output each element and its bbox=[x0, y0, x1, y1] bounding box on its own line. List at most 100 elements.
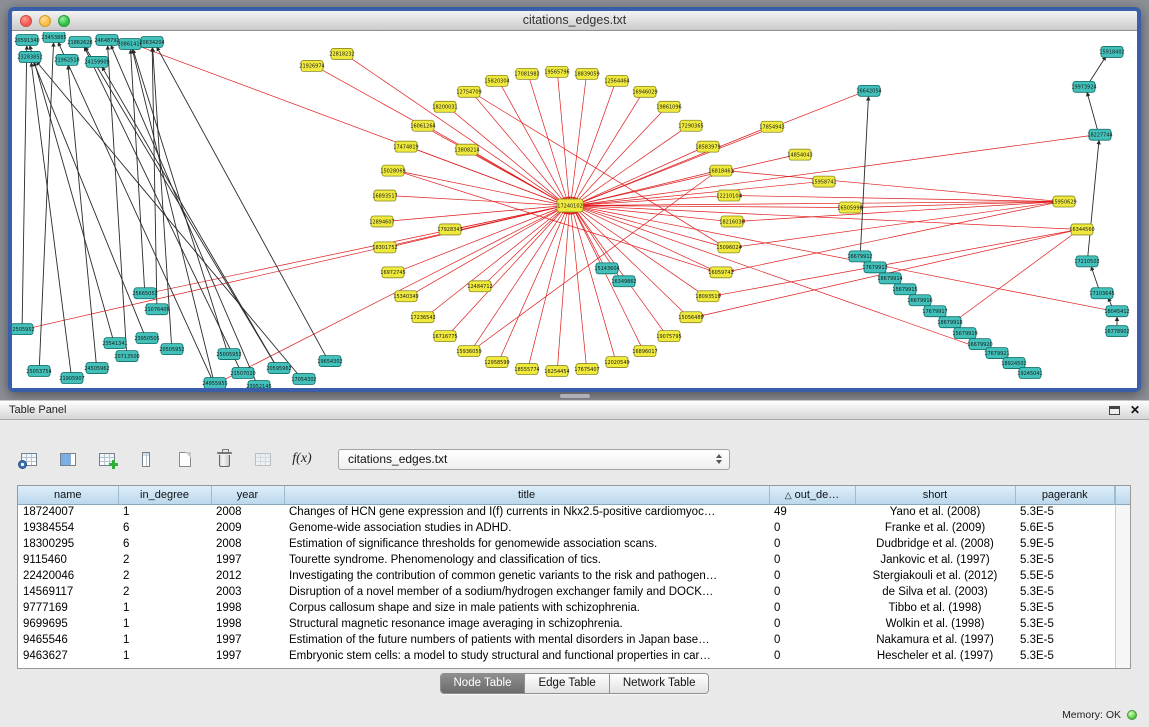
graph-node[interactable]: 16778902 bbox=[1104, 326, 1129, 337]
graph-node[interactable]: 18583979 bbox=[695, 141, 720, 152]
cell-name[interactable]: 14569117 bbox=[18, 584, 118, 600]
cell-pagerank[interactable]: 5.3E-5 bbox=[1015, 504, 1115, 520]
graph-node[interactable]: 21962518 bbox=[54, 54, 79, 65]
cell-in_degree[interactable]: 1 bbox=[118, 632, 211, 648]
graph-node[interactable]: 20505952 bbox=[159, 344, 184, 355]
vertical-scrollbar[interactable] bbox=[1115, 505, 1130, 668]
cell-pagerank[interactable]: 5.3E-5 bbox=[1015, 616, 1115, 632]
graph-node[interactable]: 17474819 bbox=[393, 141, 418, 152]
graph-node[interactable]: 25053754 bbox=[26, 366, 51, 377]
graph-node[interactable]: 15950629 bbox=[1051, 196, 1076, 207]
cell-out_degree[interactable]: 0 bbox=[769, 568, 855, 584]
graph-node[interactable]: 16505996 bbox=[837, 202, 862, 213]
cell-name[interactable]: 9777169 bbox=[18, 600, 118, 616]
graph-node[interactable]: 18555774 bbox=[514, 364, 539, 375]
graph-node[interactable]: 15679919 bbox=[952, 328, 977, 339]
cell-short[interactable]: Jankovic et al. (1997) bbox=[855, 552, 1015, 568]
cell-year[interactable]: 2008 bbox=[211, 536, 284, 552]
cell-in_degree[interactable]: 1 bbox=[118, 648, 211, 664]
graph-node[interactable]: 21507020 bbox=[230, 368, 255, 379]
table-row[interactable]: 977716911998Corpus callosum shape and si… bbox=[18, 600, 1115, 616]
table-row[interactable]: 1938455462009Genome-wide association stu… bbox=[18, 520, 1115, 536]
graph-node[interactable]: 12564464 bbox=[604, 75, 629, 86]
cell-title[interactable]: Investigating the contribution of common… bbox=[284, 568, 769, 584]
table-mode-button[interactable] bbox=[16, 446, 42, 472]
cell-in_degree[interactable]: 2 bbox=[118, 584, 211, 600]
graph-node[interactable]: 19075795 bbox=[656, 331, 681, 342]
graph-node[interactable]: 18301752 bbox=[372, 242, 397, 253]
graph-node[interactable]: 15679915 bbox=[892, 284, 917, 295]
cell-year[interactable]: 1997 bbox=[211, 648, 284, 664]
graph-node[interactable]: 20713500 bbox=[114, 351, 139, 362]
graph-node[interactable]: 17928343 bbox=[437, 224, 462, 235]
cell-out_degree[interactable]: 0 bbox=[769, 520, 855, 536]
column-header-title[interactable]: title bbox=[284, 486, 769, 504]
column-header-name[interactable]: name bbox=[18, 486, 118, 504]
graph-node[interactable]: 15028069 bbox=[380, 165, 405, 176]
graph-node[interactable]: 21905907 bbox=[59, 373, 84, 384]
cell-out_degree[interactable]: 0 bbox=[769, 600, 855, 616]
cell-short[interactable]: Hescheler et al. (1997) bbox=[855, 648, 1015, 664]
cell-pagerank[interactable]: 5.3E-5 bbox=[1015, 584, 1115, 600]
import-table-button[interactable] bbox=[250, 446, 276, 472]
graph-node[interactable]: 18924502 bbox=[1001, 358, 1026, 369]
cell-name[interactable]: 18300295 bbox=[18, 536, 118, 552]
cell-name[interactable]: 22420046 bbox=[18, 568, 118, 584]
graph-node[interactable]: 18679914 bbox=[877, 273, 902, 284]
graph-node[interactable]: 16679916 bbox=[907, 295, 932, 306]
graph-node[interactable]: 18093519 bbox=[695, 291, 720, 302]
graph-node[interactable]: 16679912 bbox=[847, 251, 872, 262]
graph-node[interactable]: 24505962 bbox=[84, 363, 109, 374]
cell-in_degree[interactable]: 6 bbox=[118, 520, 211, 536]
graph-node[interactable]: 16716775 bbox=[432, 331, 457, 342]
column-header-out_de[interactable]: △out_de… bbox=[769, 486, 855, 504]
cell-in_degree[interactable]: 2 bbox=[118, 568, 211, 584]
cell-pagerank[interactable]: 5.5E-5 bbox=[1015, 568, 1115, 584]
cell-out_degree[interactable]: 0 bbox=[769, 584, 855, 600]
cell-short[interactable]: Tibbo et al. (1998) bbox=[855, 600, 1015, 616]
cell-year[interactable]: 2008 bbox=[211, 504, 284, 520]
network-window-titlebar[interactable]: citations_edges.txt bbox=[12, 11, 1137, 31]
graph-node[interactable]: 18679918 bbox=[937, 317, 962, 328]
graph-node[interactable]: 23283852 bbox=[17, 51, 42, 62]
table-row[interactable]: 1830029562008Estimation of significance … bbox=[18, 536, 1115, 552]
graph-node[interactable]: 16896017 bbox=[632, 346, 657, 357]
graph-node[interactable]: 22505952 bbox=[12, 324, 35, 335]
cell-in_degree[interactable]: 1 bbox=[118, 600, 211, 616]
cell-in_degree[interactable]: 6 bbox=[118, 536, 211, 552]
add-column-button[interactable] bbox=[94, 446, 120, 472]
graph-node[interactable]: 16349862 bbox=[611, 276, 636, 287]
cell-title[interactable]: Embryonic stem cells: a model to study s… bbox=[284, 648, 769, 664]
cell-year[interactable]: 1997 bbox=[211, 552, 284, 568]
column-button[interactable] bbox=[133, 446, 159, 472]
table-row[interactable]: 969969511998Structural magnetic resonanc… bbox=[18, 616, 1115, 632]
graph-node[interactable]: 18227744 bbox=[1087, 129, 1112, 140]
cell-in_degree[interactable]: 1 bbox=[118, 616, 211, 632]
cell-pagerank[interactable]: 5.3E-5 bbox=[1015, 632, 1115, 648]
cell-title[interactable]: Structural magnetic resonance image aver… bbox=[284, 616, 769, 632]
table-row[interactable]: 946362711997Embryonic stem cells: a mode… bbox=[18, 648, 1115, 664]
graph-node[interactable]: 20634204 bbox=[139, 36, 164, 47]
graph-node[interactable]: 17679913 bbox=[862, 262, 887, 273]
graph-node[interactable]: 15340349 bbox=[393, 291, 418, 302]
cell-name[interactable]: 9465546 bbox=[18, 632, 118, 648]
zoom-window-button[interactable] bbox=[58, 15, 70, 27]
column-header-in_degree[interactable]: in_degree bbox=[118, 486, 211, 504]
show-columns-button[interactable] bbox=[55, 446, 81, 472]
graph-node[interactable]: 24159909 bbox=[84, 56, 109, 67]
graph-node[interactable]: 17675407 bbox=[574, 364, 599, 375]
graph-node[interactable]: 15958741 bbox=[811, 176, 836, 187]
graph-node[interactable]: 17240102 bbox=[557, 199, 583, 212]
graph-node[interactable]: 23541341 bbox=[102, 338, 127, 349]
graph-node[interactable]: 15143604 bbox=[594, 263, 619, 274]
graph-node[interactable]: 16818461 bbox=[708, 165, 733, 176]
graph-node[interactable]: 16059741 bbox=[708, 267, 733, 278]
graph-node[interactable]: 17210503 bbox=[1074, 256, 1099, 267]
cell-out_degree[interactable]: 0 bbox=[769, 536, 855, 552]
graph-node[interactable]: 16946029 bbox=[632, 86, 657, 97]
delete-button[interactable] bbox=[211, 446, 237, 472]
cell-name[interactable]: 9699695 bbox=[18, 616, 118, 632]
graph-node[interactable]: 18216036 bbox=[719, 216, 744, 227]
graph-node[interactable]: 25665053 bbox=[132, 288, 157, 299]
graph-node[interactable]: 12484712 bbox=[467, 281, 492, 292]
